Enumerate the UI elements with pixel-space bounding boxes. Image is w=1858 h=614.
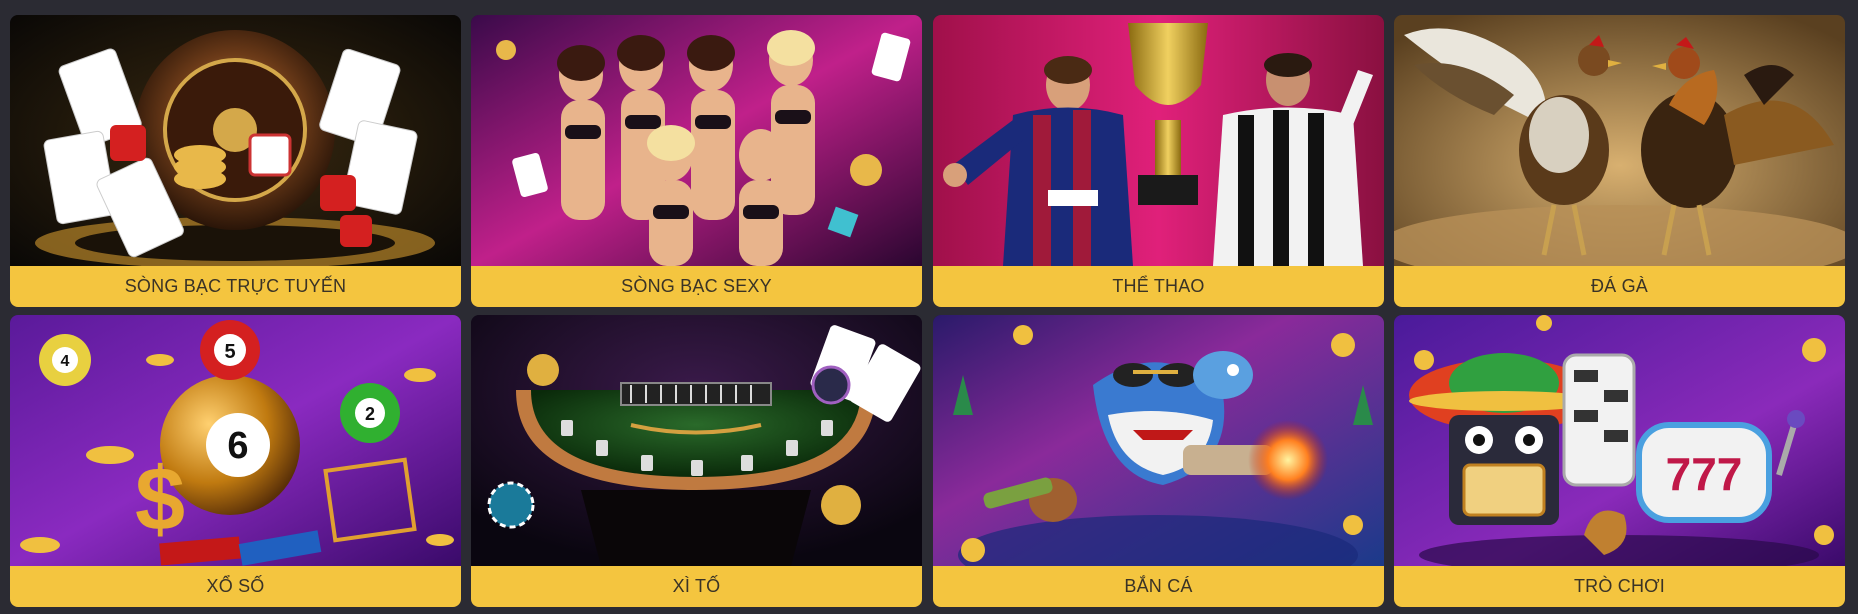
lottery-balls-image: 6 5 4 2 $ [10,315,461,566]
svg-text:5: 5 [224,341,235,363]
category-label: THỂ THAO [933,266,1384,307]
svg-text:2: 2 [365,404,375,424]
svg-text:$: $ [135,450,185,550]
category-card-poker[interactable]: XÌ TỐ [471,315,922,607]
category-card-lottery[interactable]: 6 5 4 2 $ XỔ SỐ [10,315,461,607]
svg-text:6: 6 [227,425,248,467]
category-card-games[interactable]: 777 TRÒ CHƠI [1394,315,1845,607]
slot-machine-image: 777 [1394,315,1845,566]
category-label: TRÒ CHƠI [1394,566,1845,607]
category-label: SÒNG BẠC TRỰC TUYẾN [10,266,461,307]
category-label: XỔ SỐ [10,566,461,607]
game-category-grid: SÒNG BẠC TRỰC TUYẾN SÒNG BẠC SEXY THỂ TH… [0,0,1858,614]
fish-shooter-image [933,315,1384,566]
roulette-cards-image [10,15,461,266]
category-label: BẮN CÁ [933,566,1384,607]
category-label: XÌ TỐ [471,566,922,607]
poker-table-image [471,315,922,566]
category-card-cockfight[interactable]: ĐÁ GÀ [1394,15,1845,307]
live-dealers-image [471,15,922,266]
svg-text:4: 4 [61,353,70,370]
category-card-fish-shooting[interactable]: BẮN CÁ [933,315,1384,607]
category-card-sexy-casino[interactable]: SÒNG BẠC SEXY [471,15,922,307]
football-trophy-image [933,15,1384,266]
category-card-sports[interactable]: THỂ THAO [933,15,1384,307]
category-label: SÒNG BẠC SEXY [471,266,922,307]
svg-text:777: 777 [1666,448,1743,500]
cockfight-image [1394,15,1845,266]
category-label: ĐÁ GÀ [1394,266,1845,307]
category-card-online-casino[interactable]: SÒNG BẠC TRỰC TUYẾN [10,15,461,307]
